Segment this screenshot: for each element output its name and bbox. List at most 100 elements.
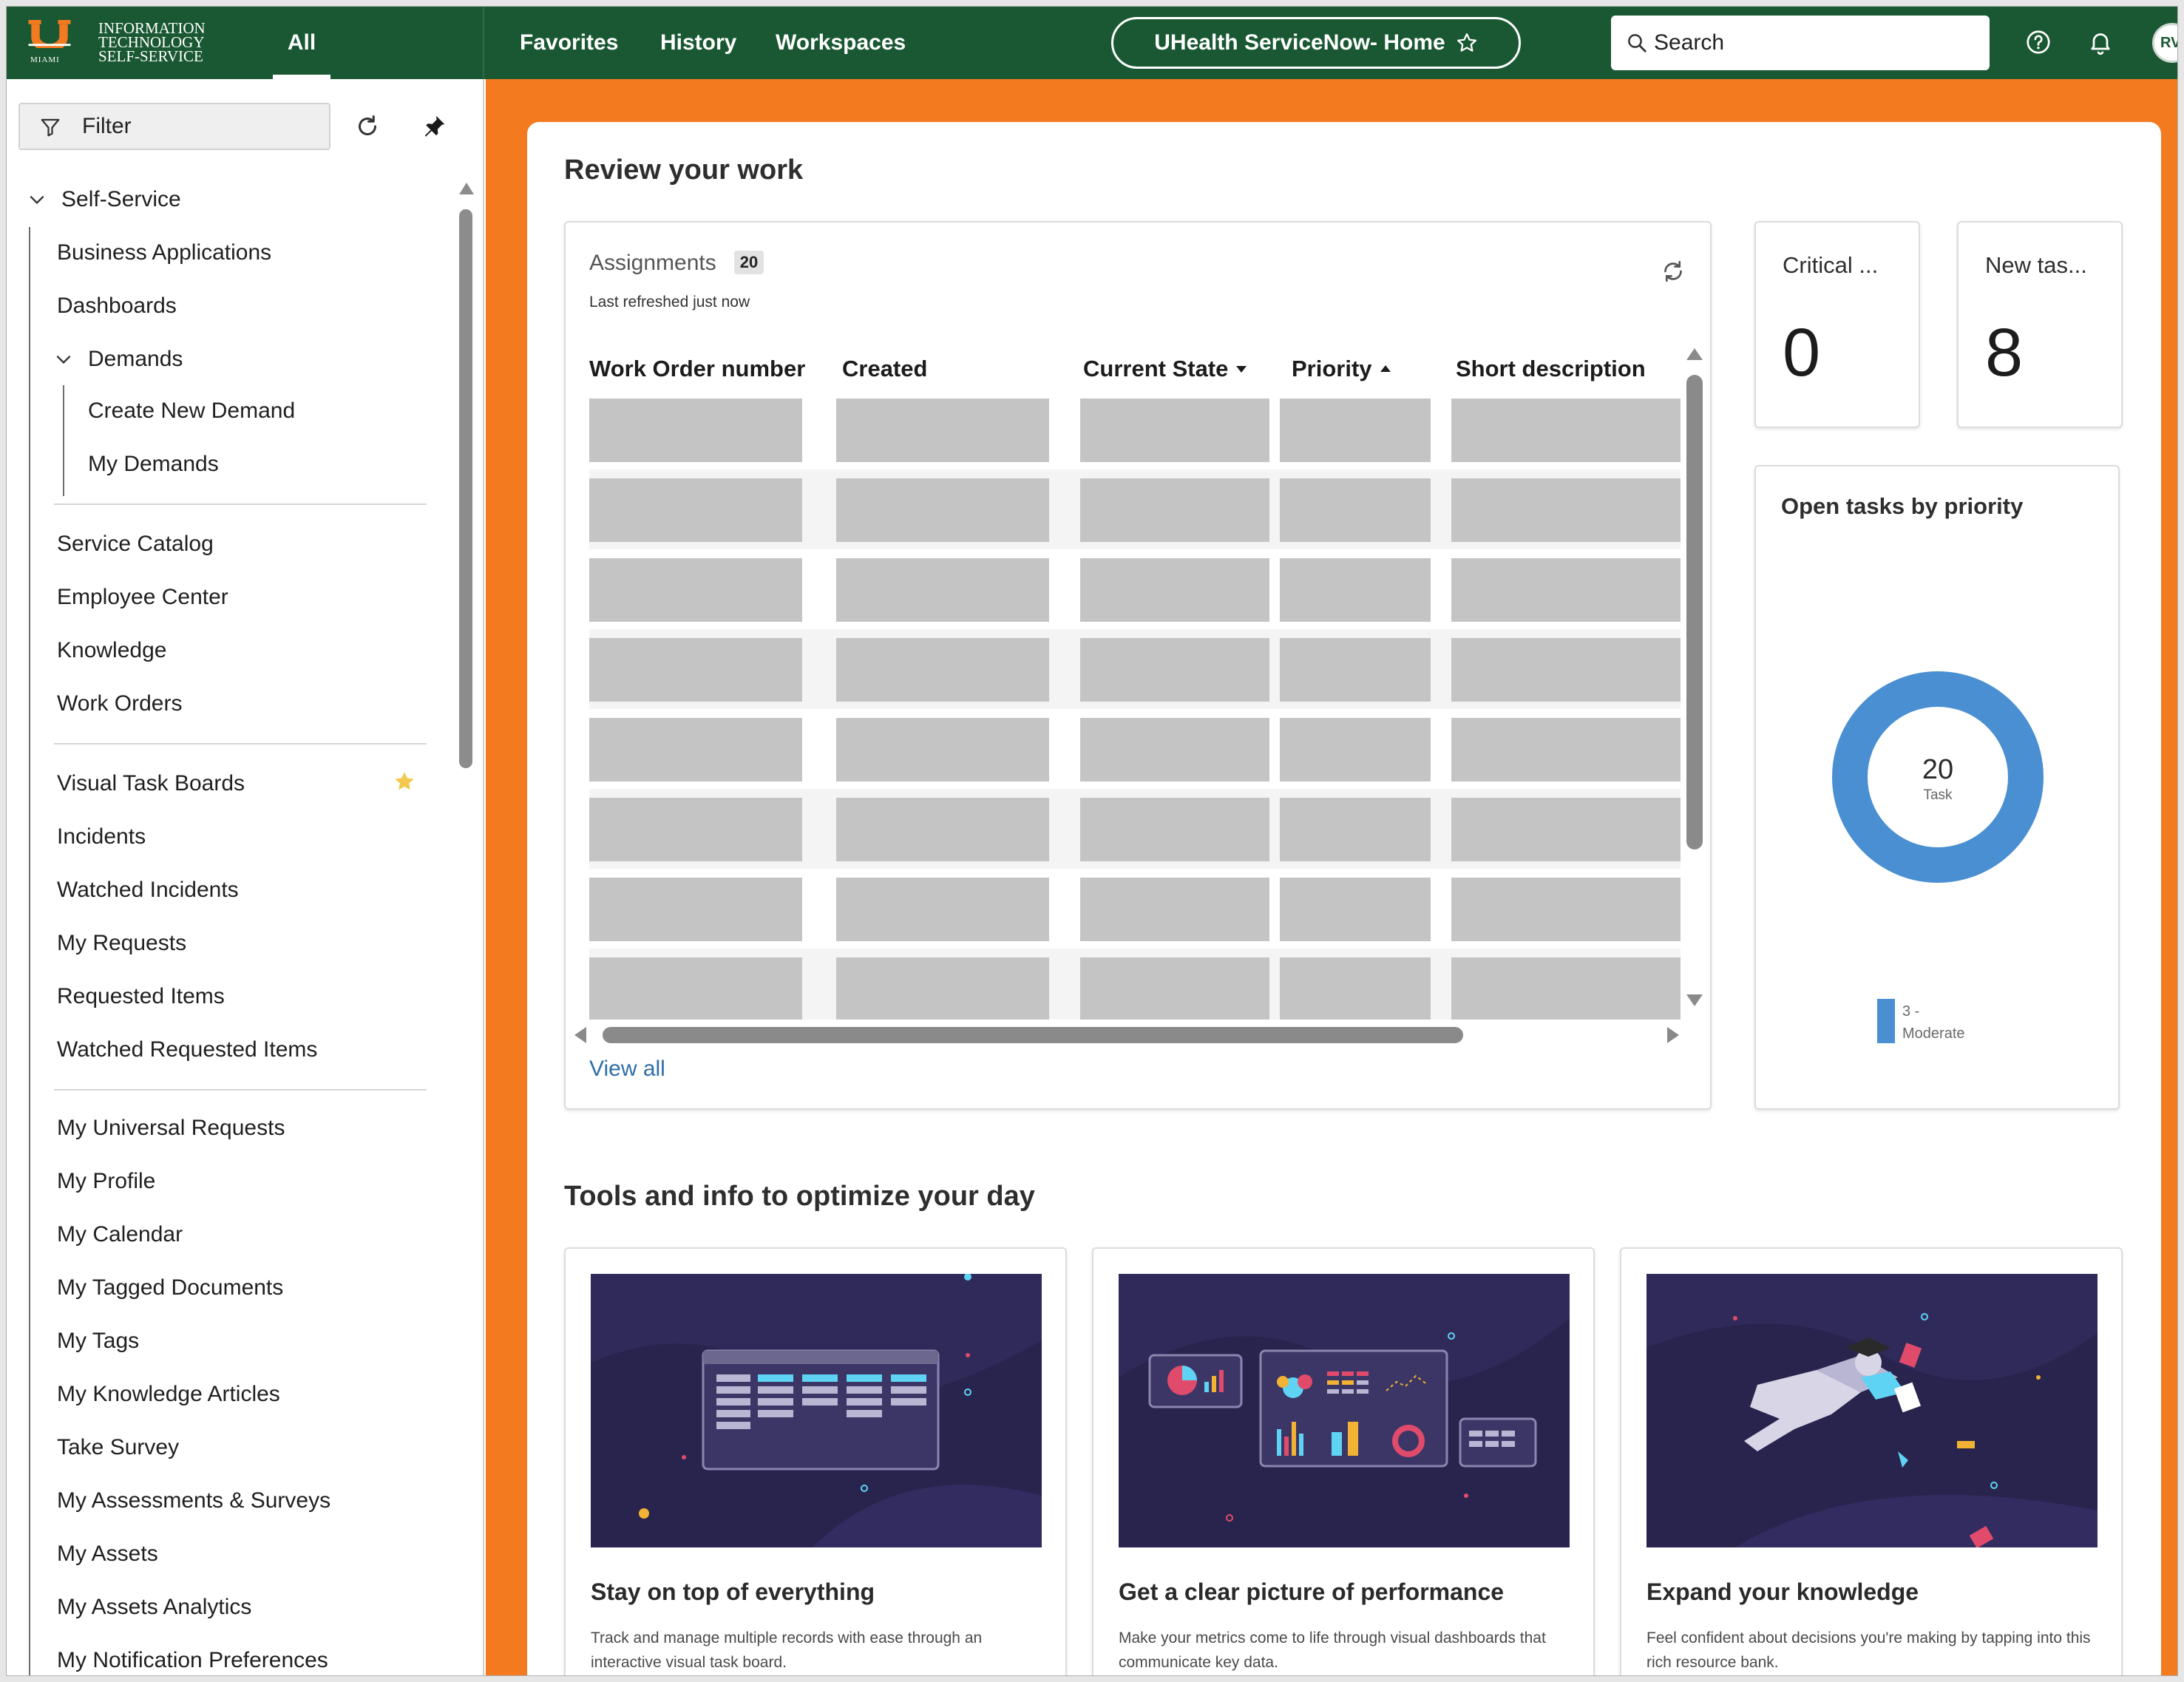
column-header-label: Work Order number xyxy=(589,356,806,381)
star-outline-icon[interactable] xyxy=(1456,32,1478,54)
sidebar-item-my-tagged-documents[interactable]: My Tagged Documents xyxy=(57,1275,283,1301)
search-placeholder: Search xyxy=(1654,30,1725,55)
skeleton-cell xyxy=(1280,478,1431,542)
column-header-short-description[interactable]: Short description xyxy=(1456,356,1646,382)
favorite-star-icon[interactable] xyxy=(393,770,416,793)
sidebar-scroll-up-arrow[interactable] xyxy=(459,183,474,194)
sidebar-item-employee-center[interactable]: Employee Center xyxy=(57,585,228,610)
nav-favorites[interactable]: Favorites xyxy=(520,7,618,79)
pin-icon[interactable] xyxy=(421,113,447,140)
new-tasks-stat-card[interactable]: New tas... 8 xyxy=(1957,221,2123,428)
sidebar-item-visual-task-boards[interactable]: Visual Task Boards xyxy=(57,771,245,796)
legend-label-moderate[interactable]: 3 - Moderate xyxy=(1902,1000,1984,1045)
sidebar-item-dashboards[interactable]: Dashboards xyxy=(57,294,177,319)
assignments-title: Assignments xyxy=(589,251,716,275)
nav-history[interactable]: History xyxy=(660,7,736,79)
navigator-filter-input[interactable]: Filter xyxy=(18,103,330,150)
global-search-input[interactable]: Search xyxy=(1611,16,1990,70)
sidebar-item-my-knowledge-articles[interactable]: My Knowledge Articles xyxy=(57,1382,280,1407)
view-all-link[interactable]: View all xyxy=(589,1057,665,1082)
skeleton-cell xyxy=(1280,638,1431,702)
skeleton-cell xyxy=(836,798,1049,861)
knowledge-illustration xyxy=(1647,1274,2097,1547)
column-header-work-order-number[interactable]: Work Order number xyxy=(589,356,805,382)
sidebar-divider xyxy=(54,503,427,505)
sidebar-item-my-profile[interactable]: My Profile xyxy=(57,1169,155,1194)
group-tree-line xyxy=(29,227,30,1675)
university-logo[interactable]: MIAMI INFORMATION TECHNOLOGY SELF-SERVIC… xyxy=(27,17,234,69)
sidebar-item-service-catalog[interactable]: Service Catalog xyxy=(57,532,214,557)
column-header-current-state[interactable]: Current State xyxy=(1083,356,1247,382)
sidebar-item-my-universal-requests[interactable]: My Universal Requests xyxy=(57,1116,285,1141)
critical-tasks-stat-card[interactable]: Critical ... 0 xyxy=(1754,221,1920,428)
legend-swatch-moderate xyxy=(1877,999,1895,1043)
grid-horizontal-scrollbar-thumb[interactable] xyxy=(603,1027,1463,1043)
sidebar-item-my-tags[interactable]: My Tags xyxy=(57,1329,139,1354)
sidebar-item-take-survey[interactable]: Take Survey xyxy=(57,1435,179,1460)
donut-total-value: 20 xyxy=(1922,754,1953,785)
sidebar-item-demands[interactable]: Demands xyxy=(54,347,183,372)
sidebar-navigator: Filter Self-Service Business Application… xyxy=(7,79,484,1675)
tool-card-performance[interactable]: Get a clear picture of performance Make … xyxy=(1092,1247,1595,1675)
sidebar-item-my-calendar[interactable]: My Calendar xyxy=(57,1222,183,1247)
skeleton-cell xyxy=(1451,558,1681,622)
column-header-label: Short description xyxy=(1456,356,1646,381)
sidebar-item-my-requests[interactable]: My Requests xyxy=(57,931,186,956)
sidebar-item-watched-incidents[interactable]: Watched Incidents xyxy=(57,878,239,903)
review-section-title: Review your work xyxy=(564,155,804,186)
sidebar-item-my-demands[interactable]: My Demands xyxy=(88,452,219,477)
sidebar-item-my-assets[interactable]: My Assets xyxy=(57,1542,158,1567)
grid-scroll-down-arrow[interactable] xyxy=(1686,994,1703,1006)
user-avatar[interactable]: RV xyxy=(2152,23,2177,63)
notifications-bell-icon[interactable] xyxy=(2087,29,2114,55)
sidebar-group-label: Self-Service xyxy=(61,187,181,211)
sidebar-item-my-assessments-surveys[interactable]: My Assessments & Surveys xyxy=(57,1488,330,1513)
nav-workspaces[interactable]: Workspaces xyxy=(776,7,906,79)
sidebar-item-my-notification-preferences[interactable]: My Notification Preferences xyxy=(57,1648,328,1673)
sidebar-item-my-assets-analytics[interactable]: My Assets Analytics xyxy=(57,1595,251,1620)
stat-label: Critical ... xyxy=(1783,252,1879,278)
home-context-pill[interactable]: UHealth ServiceNow- Home xyxy=(1111,17,1521,69)
column-header-priority[interactable]: Priority xyxy=(1292,356,1391,382)
sidebar-item-create-new-demand[interactable]: Create New Demand xyxy=(88,399,295,424)
sidebar-item-knowledge[interactable]: Knowledge xyxy=(57,638,166,663)
grid-scroll-up-arrow[interactable] xyxy=(1686,348,1703,360)
sidebar-item-watched-requested-items[interactable]: Watched Requested Items xyxy=(57,1037,317,1062)
home-panel: Review your work Assignments 20 Last ref… xyxy=(527,122,2161,1675)
grid-vertical-scrollbar-thumb[interactable] xyxy=(1686,375,1703,850)
knowledge-illustration-icon xyxy=(1647,1274,2097,1547)
column-header-created[interactable]: Created xyxy=(842,356,927,382)
grid-scroll-left-arrow[interactable] xyxy=(574,1027,586,1043)
sidebar-scrollbar-thumb[interactable] xyxy=(459,209,472,768)
skeleton-cell xyxy=(836,638,1049,702)
all-menu-tab[interactable]: All xyxy=(267,7,336,79)
sidebar-group-self-service[interactable]: Self-Service xyxy=(27,187,181,212)
sidebar-divider xyxy=(54,1089,427,1091)
refresh-icon[interactable] xyxy=(354,113,381,140)
sidebar-item-incidents[interactable]: Incidents xyxy=(57,824,146,850)
stat-label: New tas... xyxy=(1985,252,2087,278)
skeleton-cell xyxy=(1080,478,1269,542)
refresh-icon[interactable] xyxy=(1660,258,1686,285)
chevron-down-icon xyxy=(56,355,71,364)
app-window: MIAMI INFORMATION TECHNOLOGY SELF-SERVIC… xyxy=(6,6,2178,1676)
tool-card-title: Stay on top of everything xyxy=(591,1578,875,1605)
donut-card-title: Open tasks by priority xyxy=(1781,493,2024,519)
tool-card-knowledge[interactable]: Expand your knowledge Feel confident abo… xyxy=(1620,1247,2123,1675)
skeleton-cell xyxy=(1280,399,1431,462)
help-icon[interactable] xyxy=(2025,29,2052,55)
grid-scroll-right-arrow[interactable] xyxy=(1667,1027,1679,1043)
skeleton-cell xyxy=(589,478,802,542)
sidebar-item-work-orders[interactable]: Work Orders xyxy=(57,691,182,716)
skeleton-cell xyxy=(1451,399,1681,462)
skeleton-cell xyxy=(1451,718,1681,781)
tool-card-title: Expand your knowledge xyxy=(1647,1578,1919,1605)
sidebar-item-business-applications[interactable]: Business Applications xyxy=(57,240,271,265)
sidebar-item-requested-items[interactable]: Requested Items xyxy=(57,984,225,1009)
demands-tree-line xyxy=(63,385,64,496)
tool-card-task-board[interactable]: Stay on top of everything Track and mana… xyxy=(564,1247,1067,1675)
skeleton-cell xyxy=(836,957,1049,1020)
assignments-grid-loading xyxy=(589,399,1681,1020)
priority-donut-chart[interactable]: 20 Task xyxy=(1827,666,2049,888)
skeleton-cell xyxy=(836,478,1049,542)
